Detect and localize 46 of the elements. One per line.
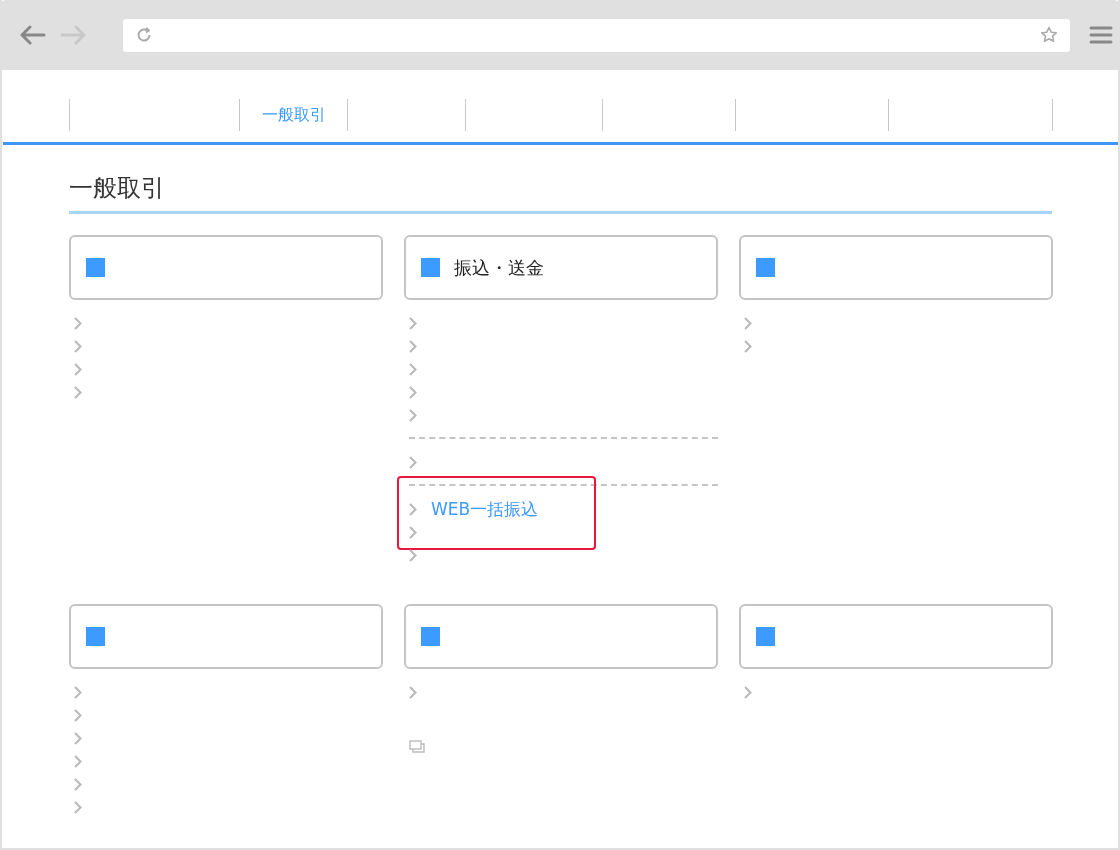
square-icon [756,258,775,277]
chevron-icon[interactable] [74,732,82,745]
category-card[interactable] [739,235,1053,300]
chevron-icon[interactable] [409,363,417,376]
chevron-icon[interactable] [74,317,82,330]
chevron-icon[interactable] [409,686,417,699]
chevron-icon[interactable] [409,317,417,330]
square-icon [756,627,775,646]
category-card[interactable] [404,604,718,669]
page-heading: 一般取引 [69,171,1052,214]
reload-icon[interactable] [135,26,153,44]
back-arrow-icon[interactable] [20,25,46,45]
chevron-icon[interactable] [409,456,417,469]
square-icon [86,627,105,646]
chevron-icon[interactable] [74,386,82,399]
chevron-icon[interactable] [744,317,752,330]
chevron-icon[interactable] [409,386,417,399]
chevron-icon[interactable] [74,778,82,791]
chevron-icon[interactable] [409,549,417,562]
chevron-icon[interactable] [744,340,752,353]
chevron-icon[interactable] [74,363,82,376]
chevron-icon[interactable] [74,340,82,353]
address-bar[interactable] [123,18,1070,52]
star-icon[interactable] [1040,26,1058,44]
chevron-icon[interactable] [409,409,417,422]
category-card[interactable] [69,235,383,300]
window-icon[interactable] [409,740,425,753]
forward-arrow-icon[interactable] [60,25,86,45]
category-card[interactable]: 振込・送金 [404,235,718,300]
square-icon [86,258,105,277]
menu-icon[interactable] [1089,26,1113,44]
chevron-icon[interactable] [409,503,417,516]
square-icon [421,627,440,646]
category-title: 振込・送金 [454,255,544,280]
chevron-icon[interactable] [74,686,82,699]
chevron-icon[interactable] [409,340,417,353]
category-card[interactable] [69,604,383,669]
link-text[interactable]: WEB一括振込 [431,498,539,521]
chevron-icon[interactable] [744,686,752,699]
category-card[interactable] [739,604,1053,669]
chevron-icon[interactable] [74,709,82,722]
nav-tab[interactable]: 一般取引 [261,104,326,126]
chevron-icon[interactable] [409,526,417,539]
chevron-icon[interactable] [74,755,82,768]
chevron-icon[interactable] [74,801,82,814]
square-icon [421,258,440,277]
